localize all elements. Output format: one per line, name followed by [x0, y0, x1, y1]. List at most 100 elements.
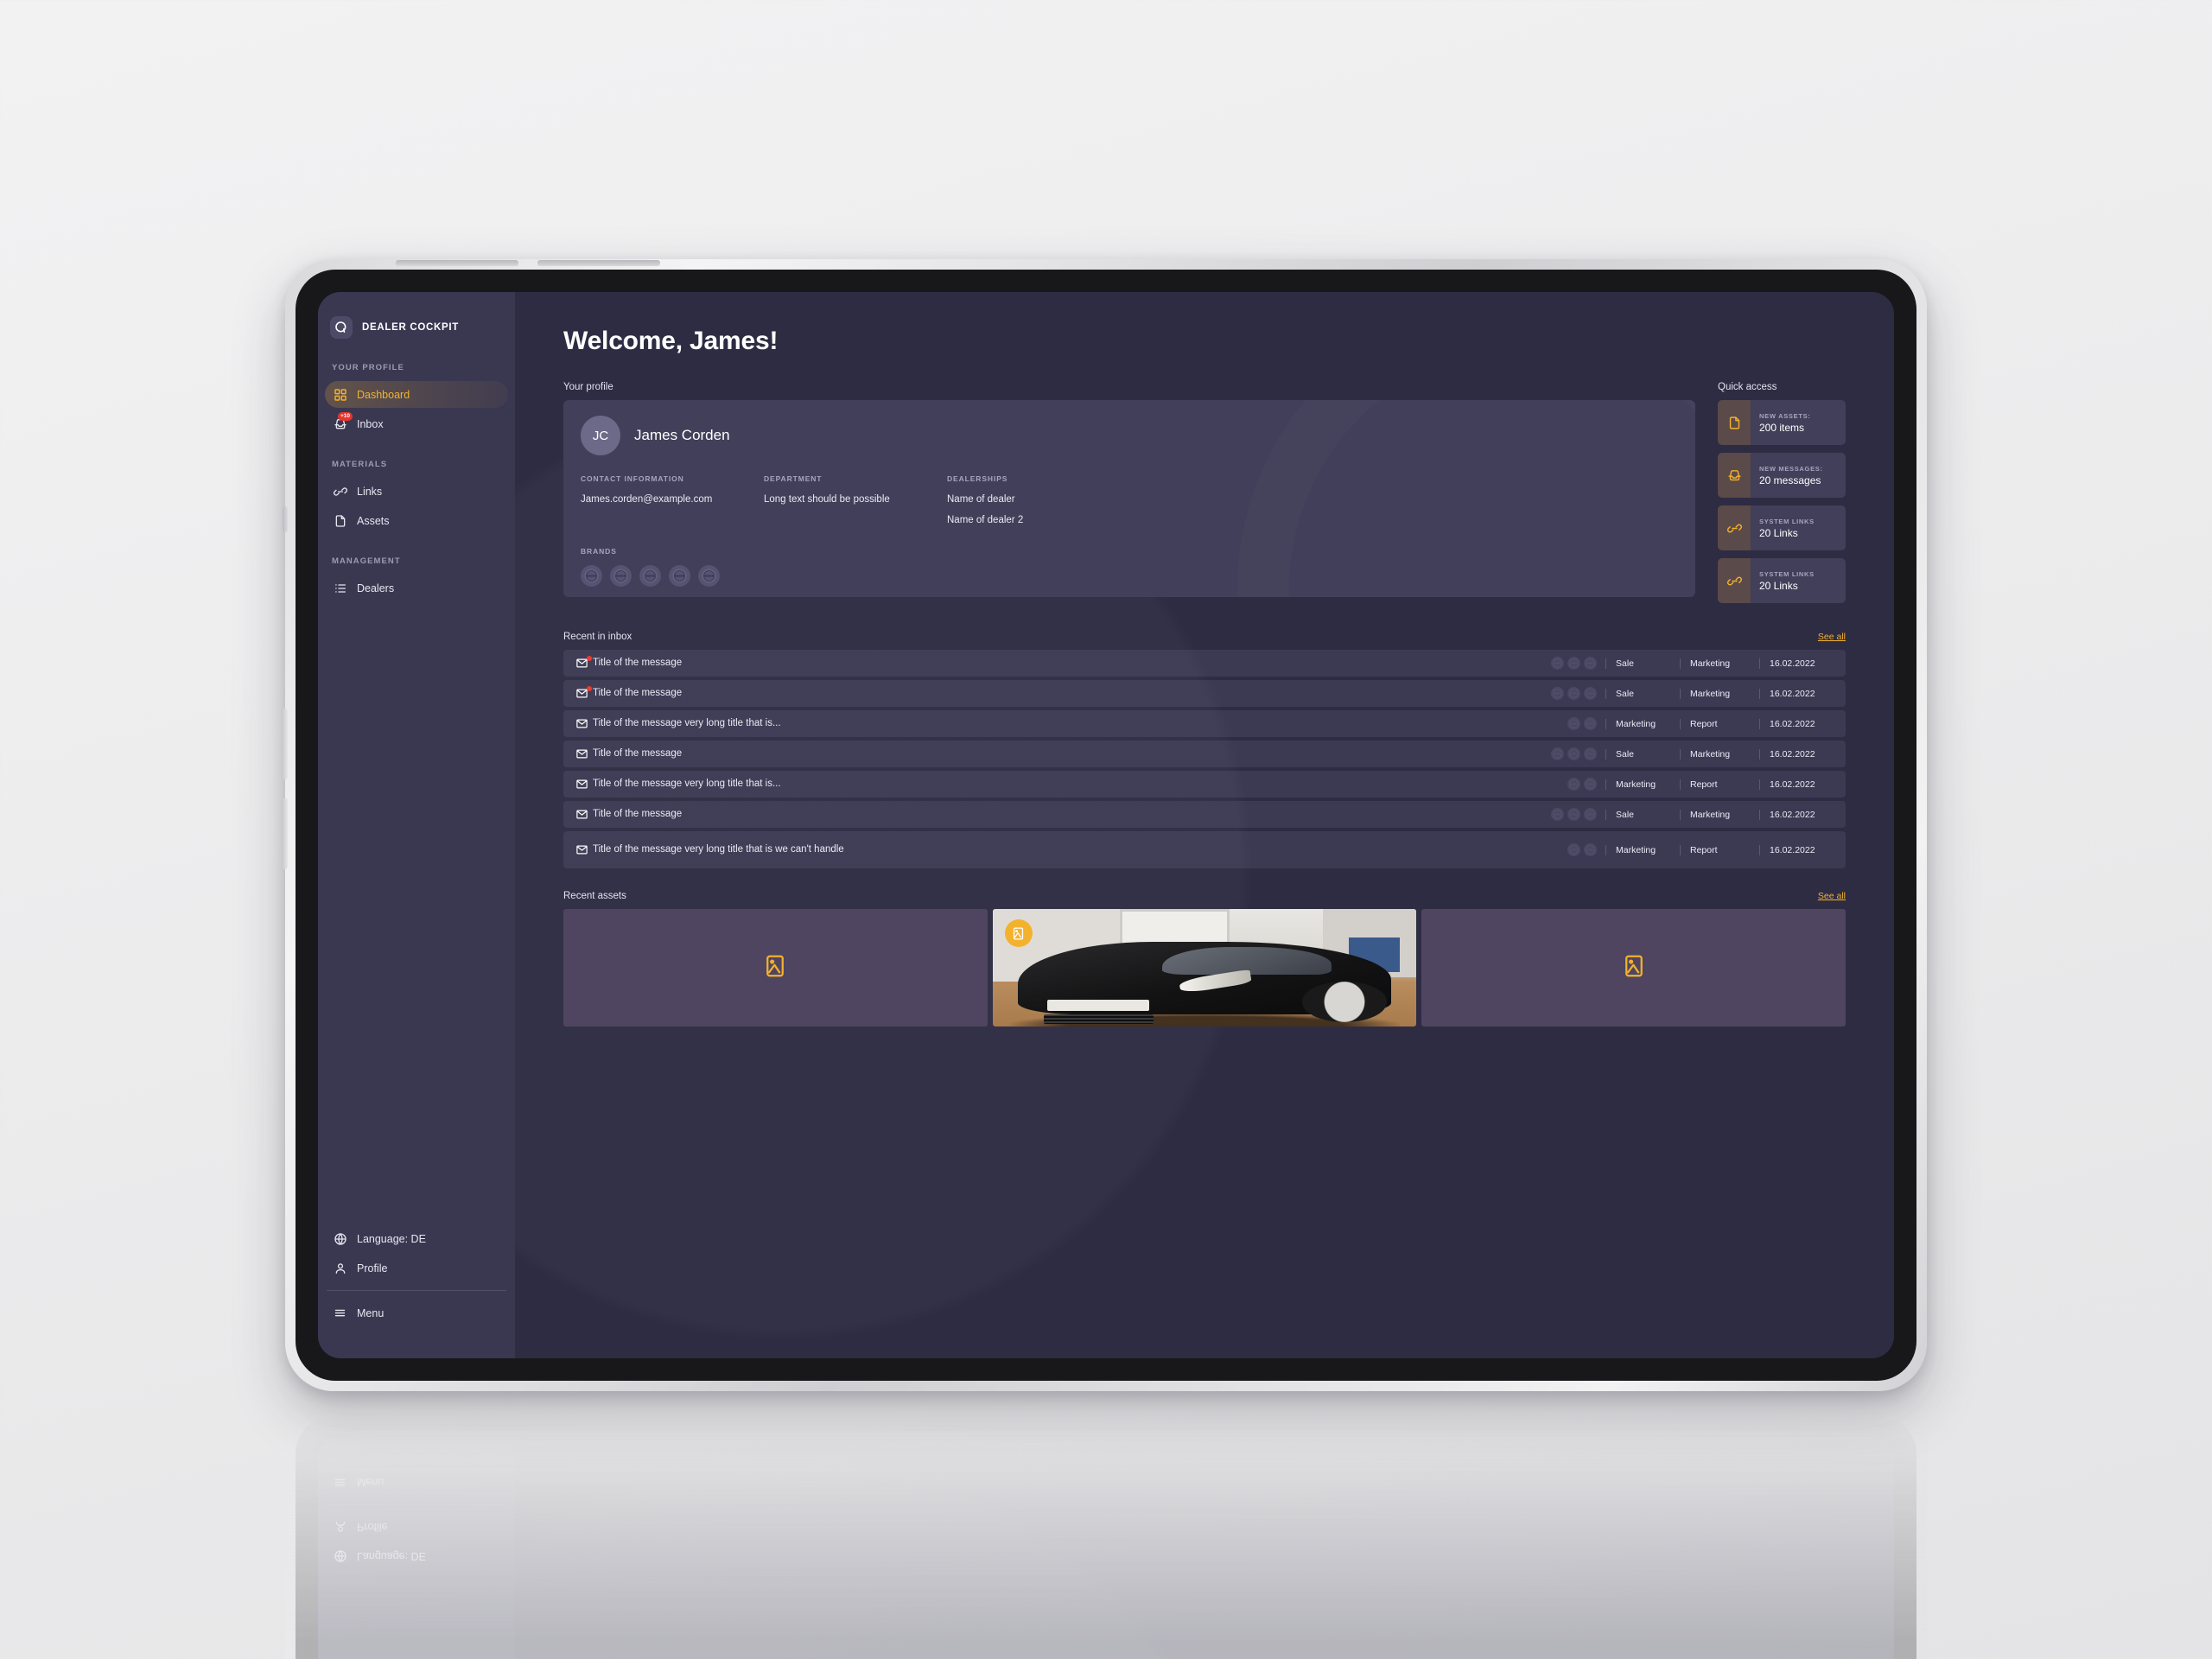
brand-chip-icon	[1567, 747, 1580, 760]
sidebar-spacer-reflection	[318, 1570, 515, 1659]
brand-chip-icon	[1567, 843, 1580, 856]
assets-grid	[563, 909, 1847, 1027]
sidebar-item-label: Menu	[357, 1306, 385, 1319]
message-title: Title of the message very long title tha…	[593, 718, 781, 729]
unread-badge: +10	[337, 412, 353, 421]
quick-access-body: NEW MESSAGES: 20 messages	[1751, 453, 1846, 498]
brand-chip-icon	[1567, 778, 1580, 791]
brand-badge-nissan-icon[interactable]: NISSAN	[639, 564, 661, 587]
inbox-row[interactable]: Title of the message Sale Marketing 16.02.…	[563, 801, 1846, 828]
quick-access-card[interactable]: NEW MESSAGES: 20 messages	[1718, 453, 1846, 498]
quick-access-label-text: NEW ASSETS:	[1759, 411, 1811, 420]
brand-chip-icon	[1551, 747, 1564, 760]
message-title: Title of the message very long title tha…	[593, 844, 844, 855]
svg-text:NISSAN: NISSAN	[645, 575, 655, 577]
inbox-row[interactable]: Title of the message very long title tha…	[563, 771, 1846, 798]
quick-access-label-text: NEW MESSAGES:	[1759, 464, 1823, 473]
sidebar-item-label: Language: DE	[357, 1232, 426, 1245]
message-category-2: Marketing	[1680, 658, 1759, 669]
quick-access-card[interactable]: NEW ASSETS: 200 items	[1718, 400, 1846, 445]
sidebar-item-dashboard[interactable]: Dashboard	[325, 381, 508, 408]
recent-inbox-header: Recent in inbox See all	[563, 632, 1846, 642]
inbox-row[interactable]: Title of the message Sale Marketing 16.02.…	[563, 650, 1846, 677]
page-title: Welcome, James!	[563, 327, 779, 355]
recent-assets-label: Recent assets	[563, 891, 626, 901]
volume-down-button[interactable]	[282, 798, 288, 869]
tablet-camera-strip	[283, 506, 288, 532]
sidebar-item-label-reflection: Menu	[357, 1476, 385, 1489]
svg-text:NISSAN: NISSAN	[675, 575, 684, 577]
message-title: Title of the message	[593, 688, 683, 699]
profile-field-value: Name of dealer 2	[947, 515, 1024, 526]
tablet-reflection: DEALER COCKPIT YOUR PROFILE Dashboard+10…	[285, 1404, 1927, 1659]
link-icon	[1718, 558, 1751, 603]
profile-field-value: Long text should be possible	[764, 494, 890, 505]
sidebar-item-inbox[interactable]: +10 Inbox	[325, 410, 508, 437]
sidebar-reflection: DEALER COCKPIT YOUR PROFILE Dashboard+10…	[318, 1437, 515, 1659]
grid-icon	[333, 387, 347, 402]
asset-tile-photo[interactable]	[992, 909, 1417, 1027]
message-meta: Sale Marketing 16.02.2022	[1605, 809, 1834, 820]
volume-up-button[interactable]	[282, 709, 288, 779]
brand-chip-icon	[1551, 808, 1564, 821]
assets-see-all-link[interactable]: See all	[1818, 891, 1846, 901]
sidebar-item-label: Dealers	[357, 582, 395, 594]
profile-field-value: James.corden@example.com	[581, 494, 713, 505]
svg-text:NISSAN: NISSAN	[616, 575, 626, 577]
globe-icon-reflection	[333, 1549, 347, 1564]
sidebar-group: MANAGEMENT Dealers	[318, 556, 515, 601]
brands-label: BRANDS	[581, 546, 617, 556]
car-photo	[992, 909, 1417, 1027]
user-icon-reflection	[333, 1520, 347, 1535]
sidebar-item-dealers[interactable]: Dealers	[325, 575, 508, 601]
brand-badge-nissan-icon[interactable]: NISSAN	[610, 564, 632, 587]
sidebar-item-label-reflection: Profile	[357, 1521, 388, 1534]
asset-tile-placeholder[interactable]	[563, 909, 988, 1027]
top-columns: Your profile JC James Corden CONTACT INF…	[563, 382, 1846, 611]
inbox-row[interactable]: Title of the message Sale Marketing 16.02.…	[563, 680, 1846, 707]
sidebar-footer-items-reflection: Language: DE Profile	[318, 1514, 515, 1570]
hamburger-icon-reflection	[333, 1475, 347, 1490]
message-category-1: Marketing	[1605, 844, 1680, 855]
inbox-row[interactable]: Title of the message very long title tha…	[563, 710, 1846, 737]
profile-name: James Corden	[634, 427, 730, 443]
quick-access-value: 20 Links	[1759, 526, 1798, 539]
message-category-2: Marketing	[1680, 688, 1759, 699]
tablet-body-reflection: DEALER COCKPIT YOUR PROFILE Dashboard+10…	[285, 1404, 1927, 1659]
app-brand[interactable]: DEALER COCKPIT	[318, 308, 515, 339]
quick-access-card[interactable]: SYSTEM LINKS 20 Links	[1718, 505, 1846, 550]
user-icon	[333, 1261, 347, 1275]
brand-badge-nissan-icon[interactable]: NISSAN	[581, 564, 602, 587]
screen-bezel-reflection: DEALER COCKPIT YOUR PROFILE Dashboard+10…	[296, 1414, 1916, 1659]
quick-access-list: NEW ASSETS: 200 items NEW MESSAGES: 20 mess…	[1718, 400, 1846, 603]
profile-field-label: DEPARTMENT	[764, 474, 823, 483]
main-content-reflection: Welcome, James! Your profile JC James Co…	[515, 1437, 1894, 1659]
message-date: 16.02.2022	[1759, 779, 1834, 790]
sidebar-item-menu[interactable]: Menu	[325, 1300, 508, 1326]
unread-dot	[587, 686, 592, 691]
inbox-see-all-link[interactable]: See all	[1818, 632, 1846, 642]
sidebar-item-links[interactable]: Links	[325, 478, 508, 505]
message-title: Title of the message very long title tha…	[593, 779, 781, 790]
asset-tile-placeholder[interactable]	[1421, 909, 1847, 1027]
message-category-1: Marketing	[1605, 718, 1680, 729]
sidebar-item-assets[interactable]: Assets	[325, 507, 508, 534]
quick-access-value: 200 items	[1759, 421, 1805, 434]
message-category-2: Marketing	[1680, 809, 1759, 820]
message-brand-chips	[1567, 843, 1597, 856]
inbox-icon	[1718, 453, 1751, 498]
inbox-row[interactable]: Title of the message Sale Marketing 16.02.…	[563, 741, 1846, 767]
brand-badge-nissan-icon[interactable]: NISSAN	[669, 564, 690, 587]
inbox-row[interactable]: Title of the message very long title tha…	[563, 831, 1846, 868]
recent-assets-section: Recent assets See all	[563, 891, 1847, 1027]
sidebar-bottom-pad-reflection	[318, 1437, 515, 1466]
tablet-device: DEALER COCKPIT YOUR PROFILE Dashboard +10…	[282, 259, 1927, 1391]
svg-text:NISSAN: NISSAN	[704, 575, 714, 577]
brand-badge-nissan-icon[interactable]: NISSAN	[698, 564, 720, 587]
circle-a-logo-icon	[330, 316, 353, 339]
sidebar-item-profile[interactable]: Profile	[325, 1255, 508, 1281]
quick-access-card[interactable]: SYSTEM LINKS 20 Links	[1718, 558, 1846, 603]
profile-section-label: Your profile	[563, 382, 613, 392]
sidebar-item-language-de[interactable]: Language: DE	[325, 1225, 508, 1252]
